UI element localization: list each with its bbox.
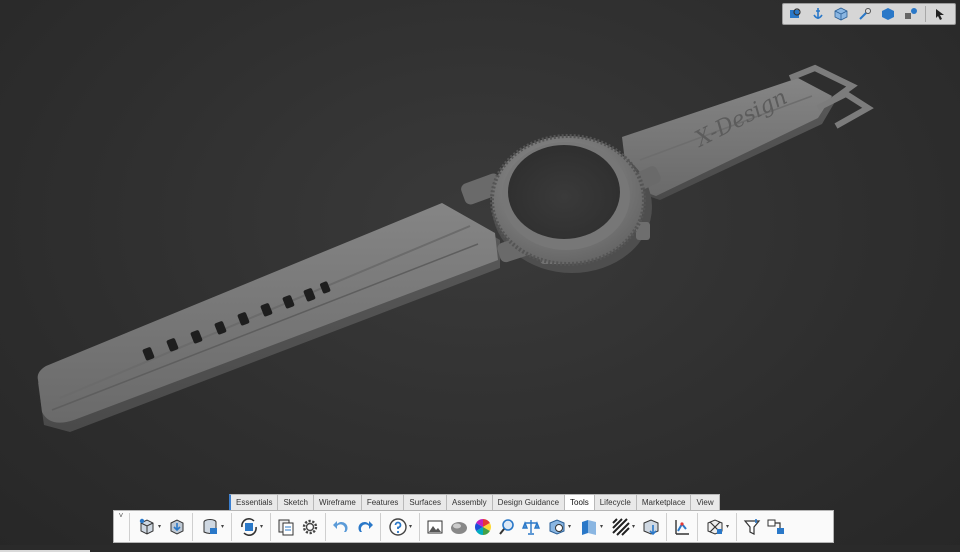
ribbon-separator xyxy=(419,512,420,541)
ribbon-separator xyxy=(270,512,271,541)
cube-view-button[interactable] xyxy=(831,5,851,23)
zoom-to-fit-icon xyxy=(790,8,801,18)
deviation-icon xyxy=(675,519,689,535)
dropdown-arrow-icon: ▾ xyxy=(567,524,571,530)
save-button[interactable] xyxy=(165,513,189,541)
color-wheel-icon xyxy=(475,518,491,535)
dropdown-arrow-icon: ▾ xyxy=(220,524,224,530)
copy-icon xyxy=(278,519,294,535)
render-image-button[interactable] xyxy=(423,513,447,541)
filter-button[interactable] xyxy=(740,513,764,541)
tab-design-guidance[interactable]: Design Guidance xyxy=(491,494,566,510)
tab-surfaces[interactable]: Surfaces xyxy=(403,494,447,510)
ribbon-collapse-toggle[interactable]: ˅ xyxy=(116,511,126,542)
appearance-sphere-icon xyxy=(451,521,467,534)
compare-icon xyxy=(767,519,784,534)
zebra-stripes-icon xyxy=(612,517,630,536)
section-view-button[interactable] xyxy=(854,5,874,23)
dropdown-arrow-icon: ▾ xyxy=(631,524,635,530)
zebra-stripes-button[interactable]: ▾ xyxy=(607,513,639,541)
anchor-button[interactable] xyxy=(808,5,828,23)
redo-icon xyxy=(358,520,373,532)
deviation-button[interactable] xyxy=(670,513,694,541)
settings-gear-icon xyxy=(302,519,318,534)
pointer-icon xyxy=(935,9,944,20)
measure-button[interactable] xyxy=(495,513,519,541)
ribbon-separator xyxy=(697,512,698,541)
pointer-button[interactable] xyxy=(930,5,950,23)
undo-button[interactable] xyxy=(329,513,353,541)
dropdown-arrow-icon: ▾ xyxy=(725,524,729,530)
view-toolbar-separator xyxy=(924,6,926,22)
ribbon-separator xyxy=(736,512,737,541)
section-properties-button[interactable]: ▾ xyxy=(543,513,575,541)
tab-view[interactable]: View xyxy=(690,494,720,510)
export-icon xyxy=(643,518,659,535)
settings-button[interactable] xyxy=(298,513,322,541)
copy-button[interactable] xyxy=(274,513,298,541)
ribbon-separator xyxy=(325,512,326,541)
ribbon-separator xyxy=(666,512,667,541)
display-style-button[interactable] xyxy=(878,5,898,23)
heads-up-view-toolbar xyxy=(782,3,956,25)
command-manager-ribbon: ˅ ▾ ▾ ▾ ▾ ▾ ▾ ▾ ▾ xyxy=(113,510,834,543)
part-icon xyxy=(139,518,154,535)
rebuild-icon xyxy=(241,517,257,536)
tab-marketplace[interactable]: Marketplace xyxy=(635,494,692,510)
export-button[interactable] xyxy=(639,513,663,541)
status-area xyxy=(0,545,960,552)
tab-lifecycle[interactable]: Lifecycle xyxy=(593,494,637,510)
watch-model[interactable]: X-Design xyxy=(0,0,960,552)
appearance-button[interactable] xyxy=(447,513,471,541)
save-icon xyxy=(170,518,184,535)
check-geometry-icon xyxy=(581,519,596,535)
tab-wireframe[interactable]: Wireframe xyxy=(312,494,362,510)
database-icon xyxy=(203,518,217,534)
mass-properties-icon xyxy=(521,519,541,535)
ribbon-separator xyxy=(380,512,381,541)
graphics-viewport[interactable]: X-Design xyxy=(0,0,960,552)
long-strap xyxy=(37,203,500,432)
render-image-icon xyxy=(427,520,443,533)
section-properties-icon xyxy=(549,518,565,535)
part-button[interactable]: ▾ xyxy=(133,513,165,541)
display-style-icon xyxy=(881,8,894,20)
undo-icon xyxy=(333,520,348,532)
rebuild-button[interactable]: ▾ xyxy=(235,513,267,541)
tab-features[interactable]: Features xyxy=(360,494,405,510)
mass-properties-button[interactable] xyxy=(519,513,543,541)
tab-tools[interactable]: Tools xyxy=(564,494,595,510)
dropdown-arrow-icon: ▾ xyxy=(408,524,412,530)
ribbon-separator xyxy=(192,512,193,541)
tab-essentials[interactable]: Essentials xyxy=(229,494,279,510)
hide-show-icon xyxy=(904,8,917,19)
zoom-to-fit-button[interactable] xyxy=(785,5,805,23)
draft-analysis-icon xyxy=(707,518,723,535)
compare-button[interactable] xyxy=(764,513,788,541)
ribbon-separator xyxy=(129,512,130,541)
anchor-icon xyxy=(813,8,823,19)
ribbon-separator xyxy=(231,512,232,541)
measure-icon xyxy=(499,518,514,535)
draft-analysis-button[interactable]: ▾ xyxy=(701,513,733,541)
command-manager-tabs: Essentials Sketch Wireframe Features Sur… xyxy=(229,494,720,510)
watch-face xyxy=(508,145,620,239)
database-button[interactable]: ▾ xyxy=(196,513,228,541)
dropdown-arrow-icon: ▾ xyxy=(157,524,161,530)
dropdown-arrow-icon: ▾ xyxy=(599,524,603,530)
cube-view-icon xyxy=(834,7,848,21)
filter-icon xyxy=(743,518,761,535)
check-geometry-button[interactable]: ▾ xyxy=(575,513,607,541)
tab-assembly[interactable]: Assembly xyxy=(445,494,493,510)
section-view-icon xyxy=(858,8,871,20)
hide-show-button[interactable] xyxy=(901,5,921,23)
help-icon xyxy=(389,517,407,536)
dropdown-arrow-icon: ▾ xyxy=(259,524,263,530)
color-wheel-button[interactable] xyxy=(471,513,495,541)
redo-button[interactable] xyxy=(353,513,377,541)
help-button[interactable]: ▾ xyxy=(384,513,416,541)
tab-sketch[interactable]: Sketch xyxy=(277,494,314,510)
